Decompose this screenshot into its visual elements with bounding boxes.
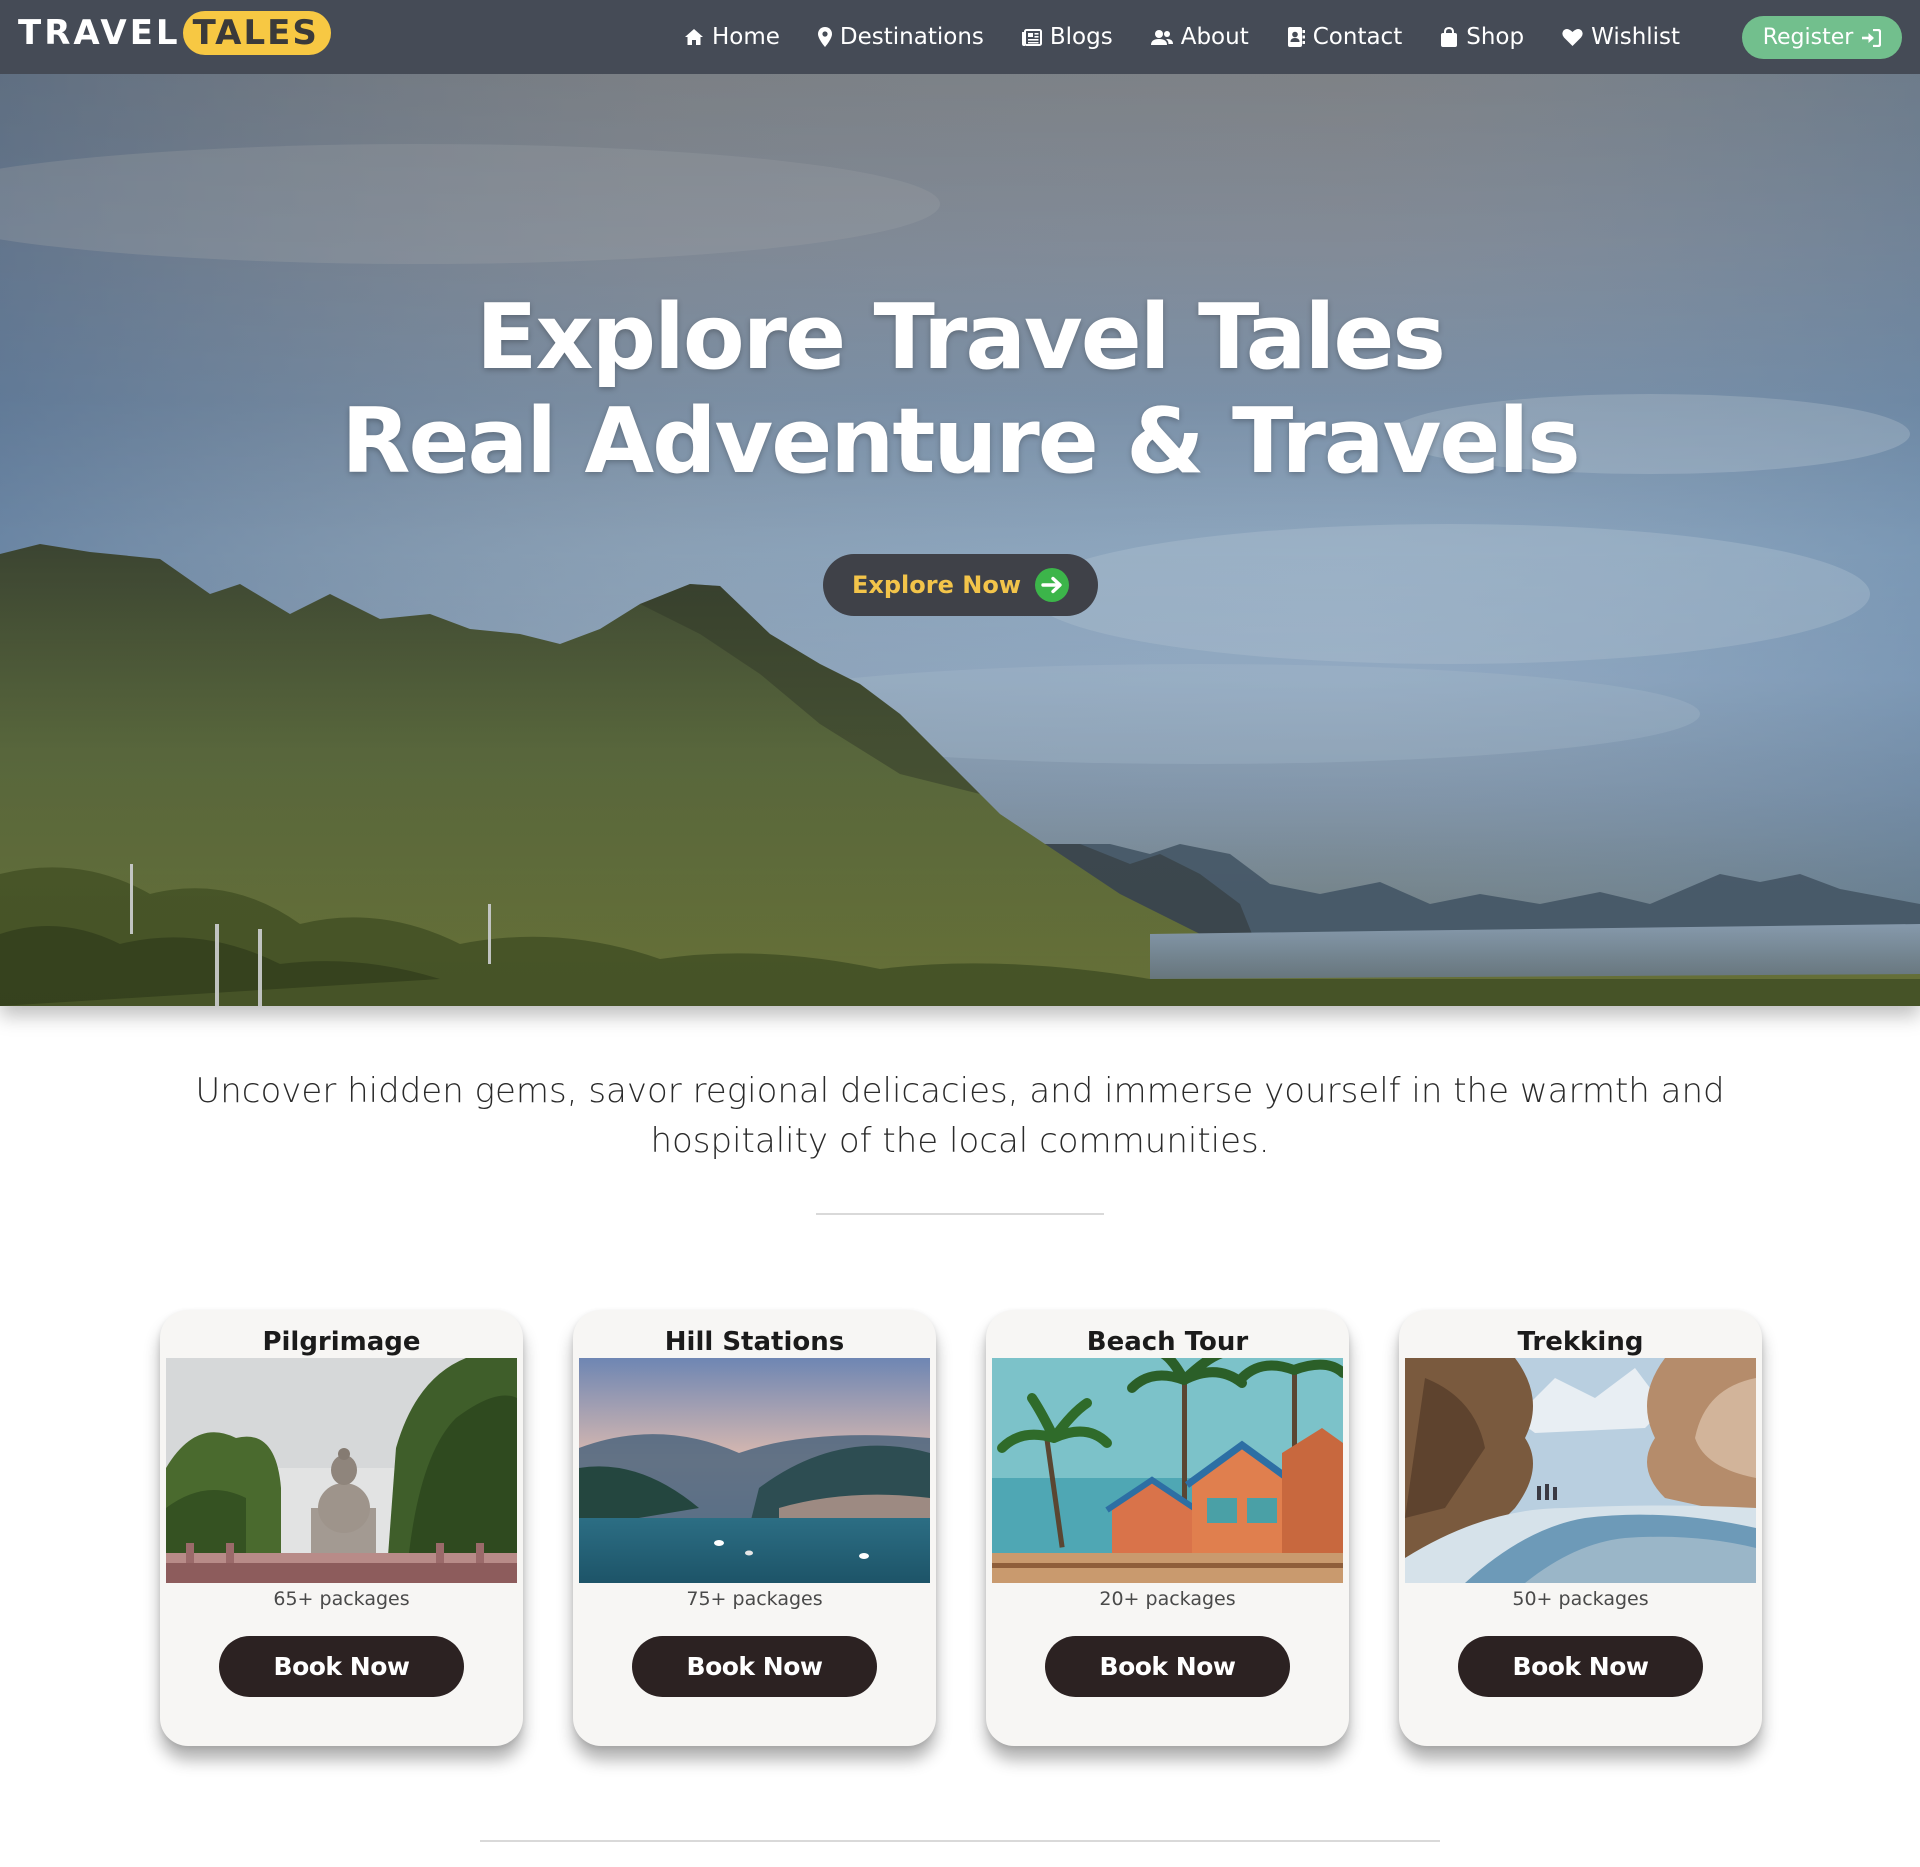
- card-title: Beach Tour: [1086, 1327, 1249, 1357]
- card-image-beach-tour: [992, 1358, 1343, 1583]
- sign-in-icon: [1862, 28, 1882, 47]
- card-image-trekking: [1405, 1358, 1756, 1583]
- book-now-button[interactable]: Book Now: [632, 1636, 877, 1697]
- nav-item-label: Wishlist: [1591, 24, 1681, 50]
- nav-item-about[interactable]: About: [1150, 24, 1249, 50]
- nav-item-contact[interactable]: Contact: [1287, 24, 1402, 50]
- nav-links: Home Destinations Blogs About Contact Sh…: [684, 0, 1718, 74]
- book-now-button[interactable]: Book Now: [219, 1636, 464, 1697]
- nav-item-blogs[interactable]: Blogs: [1021, 24, 1113, 50]
- register-button-label: Register: [1762, 25, 1854, 50]
- brand-logo[interactable]: TRAVEL TALES: [18, 8, 331, 58]
- card-packages: 20+ packages: [1099, 1588, 1236, 1610]
- explore-now-label: Explore Now: [852, 571, 1021, 599]
- card-title: Pilgrimage: [262, 1327, 421, 1357]
- nav-item-label: Shop: [1466, 24, 1525, 50]
- category-card-pilgrimage: Pilgrimage 65+ packages Book Now: [160, 1310, 523, 1746]
- navbar: TRAVEL TALES Home Destinations Blogs Abo…: [0, 0, 1920, 74]
- shopping-bag-icon: [1441, 27, 1458, 47]
- heart-icon: [1562, 29, 1583, 46]
- nav-item-label: Destinations: [839, 24, 984, 50]
- hero-banner: Explore Travel Tales Real Adventure & Tr…: [0, 74, 1920, 1006]
- category-card-trekking: Trekking 50+ packages Book Now: [1399, 1310, 1762, 1746]
- card-image-hill-stations: [579, 1358, 930, 1583]
- nav-item-shop[interactable]: Shop: [1440, 24, 1524, 50]
- nav-item-label: Home: [712, 24, 780, 50]
- nav-item-destinations[interactable]: Destinations: [817, 24, 984, 50]
- map-pin-icon: [817, 27, 832, 47]
- users-icon: [1150, 29, 1173, 45]
- nav-item-label: Contact: [1312, 24, 1403, 50]
- category-card-hill-stations: Hill Stations 75+ packages Book Now: [573, 1310, 936, 1746]
- card-image-pilgrimage: [166, 1358, 517, 1583]
- card-packages: 75+ packages: [686, 1588, 823, 1610]
- card-packages: 65+ packages: [273, 1588, 410, 1610]
- contact-book-icon: [1287, 27, 1305, 47]
- nav-item-wishlist[interactable]: Wishlist: [1562, 24, 1680, 50]
- nav-item-label: Blogs: [1049, 24, 1113, 50]
- hero-title-line-2: Real Adventure & Travels: [341, 389, 1581, 494]
- nav-item-home[interactable]: Home: [684, 24, 780, 50]
- intro-text: Uncover hidden gems, savor regional deli…: [195, 1071, 1725, 1161]
- hero-landscape-image: [0, 74, 1920, 1006]
- section-divider: [816, 1213, 1104, 1215]
- category-card-beach-tour: Beach Tour 20+ packages Book Now: [986, 1310, 1349, 1746]
- book-now-button[interactable]: Book Now: [1458, 1636, 1703, 1697]
- book-now-button[interactable]: Book Now: [1045, 1636, 1290, 1697]
- card-title: Hill Stations: [664, 1327, 845, 1357]
- brand-logo-tales: TALES: [182, 11, 331, 55]
- brand-logo-travel: TRAVEL: [18, 13, 181, 53]
- hero-title-line-1: Explore Travel Tales: [476, 285, 1446, 390]
- arrow-right-circle-icon: [1034, 568, 1069, 602]
- card-title: Trekking: [1517, 1327, 1644, 1357]
- home-icon: [685, 29, 703, 45]
- newspaper-icon: [1021, 28, 1042, 46]
- explore-now-button[interactable]: Explore Now: [823, 554, 1098, 616]
- hero-title: Explore Travel Tales Real Adventure & Tr…: [0, 286, 1920, 494]
- nav-item-label: About: [1180, 24, 1249, 50]
- register-button[interactable]: Register: [1742, 16, 1902, 59]
- card-packages: 50+ packages: [1512, 1588, 1649, 1610]
- section-divider-bottom: [480, 1840, 1440, 1842]
